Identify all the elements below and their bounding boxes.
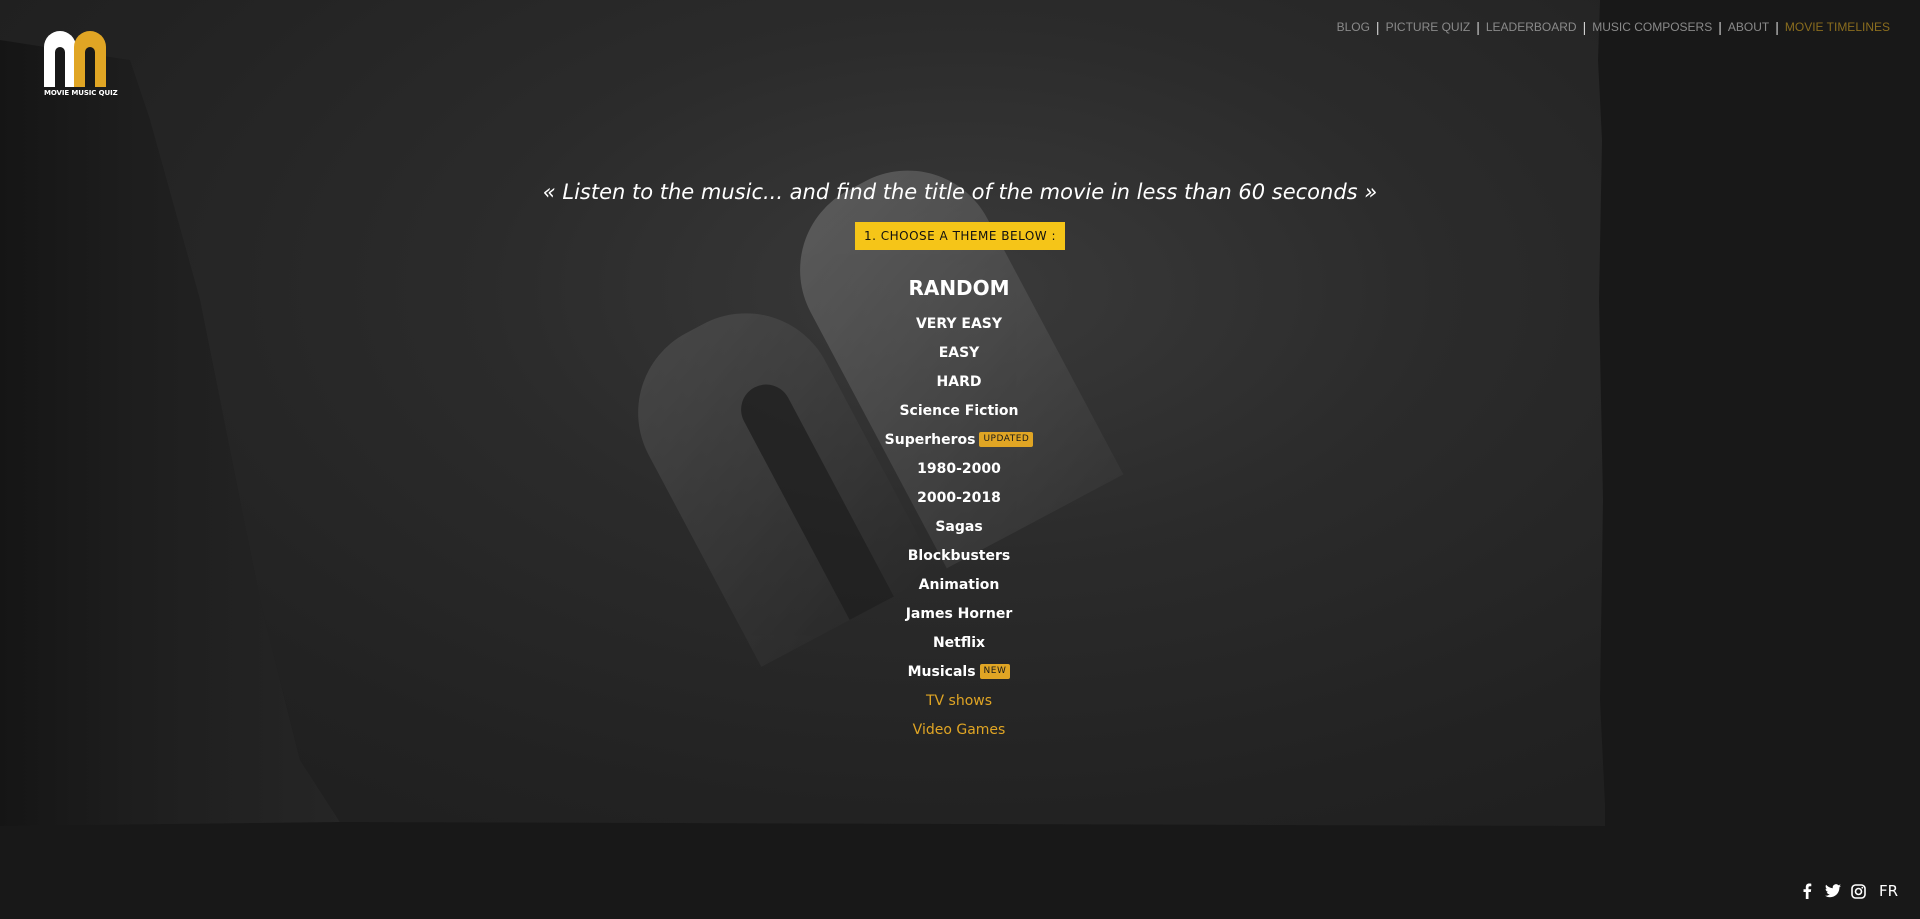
theme-animation[interactable]: Animation: [759, 571, 1159, 600]
tagline-text: « Listen to the music... and find the ti…: [542, 180, 1378, 204]
theme-science-fiction[interactable]: Science Fiction: [759, 397, 1159, 426]
tagline: « Listen to the music... and find the ti…: [0, 180, 1920, 204]
theme-hard[interactable]: HARD: [759, 368, 1159, 397]
top-nav: BLOG | PICTURE QUIZ | LEADERBOARD | MUSIC C…: [1331, 19, 1896, 35]
instagram-icon[interactable]: [1851, 883, 1867, 899]
theme-musicals[interactable]: Musicals NEW: [759, 658, 1159, 687]
new-badge: NEW: [979, 663, 1011, 679]
nav-picture-quiz[interactable]: PICTURE QUIZ: [1380, 20, 1477, 34]
logo-text: MOVIE MUSIC QUIZ: [44, 89, 118, 97]
theme-james-horner[interactable]: James Horner: [759, 600, 1159, 629]
theme-video-games[interactable]: Video Games: [759, 716, 1159, 745]
language-switch[interactable]: FR: [1879, 882, 1898, 900]
theme-blockbusters[interactable]: Blockbusters: [759, 542, 1159, 571]
social-links: FR: [1799, 882, 1898, 900]
theme-2000-2018[interactable]: 2000-2018: [759, 484, 1159, 513]
theme-netflix[interactable]: Netflix: [759, 629, 1159, 658]
choose-theme-banner: 1. CHOOSE A THEME BELOW :: [855, 222, 1065, 250]
nav-about[interactable]: ABOUT: [1722, 20, 1775, 34]
nav-leaderboard[interactable]: LEADERBOARD: [1480, 20, 1583, 34]
theme-sagas[interactable]: Sagas: [759, 513, 1159, 542]
theme-list: RANDOM VERY EASY EASY HARD Science Ficti…: [759, 272, 1159, 745]
theme-random[interactable]: RANDOM: [759, 272, 1159, 304]
theme-tv-shows[interactable]: TV shows: [759, 687, 1159, 716]
twitter-icon[interactable]: [1824, 883, 1841, 899]
nav-blog[interactable]: BLOG: [1331, 20, 1376, 34]
theme-easy[interactable]: EASY: [759, 339, 1159, 368]
nav-movie-timelines[interactable]: MOVIE TIMELINES: [1779, 20, 1896, 34]
nav-music-composers[interactable]: MUSIC COMPOSERS: [1586, 20, 1718, 34]
updated-badge: UPDATED: [979, 431, 1034, 447]
theme-superheros[interactable]: Superheros UPDATED: [759, 426, 1159, 455]
facebook-icon[interactable]: [1799, 883, 1815, 899]
theme-1980-2000[interactable]: 1980-2000: [759, 455, 1159, 484]
theme-very-easy[interactable]: VERY EASY: [759, 310, 1159, 339]
site-logo[interactable]: MOVIE MUSIC QUIZ: [44, 31, 118, 101]
